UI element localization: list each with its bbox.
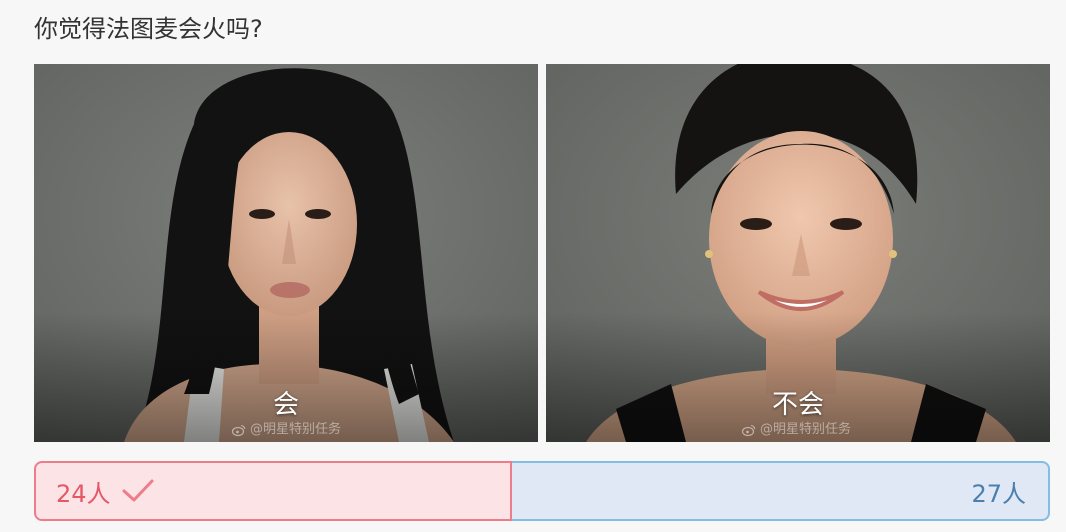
- weibo-icon: [232, 424, 246, 437]
- vote-count-yes: 24人: [56, 479, 111, 508]
- result-segment-yes[interactable]: 24人: [34, 461, 512, 521]
- watermark-text: @明星特别任务: [760, 422, 852, 437]
- option-label-yes: 会: [272, 390, 299, 420]
- watermark: @明星特别任务: [742, 422, 851, 438]
- watermark: @明星特别任务: [232, 422, 341, 438]
- result-segment-no[interactable]: 27人: [512, 461, 1050, 521]
- option-label-no: 不会: [771, 390, 824, 420]
- option-card-yes[interactable]: 会 @明星特别任务: [34, 64, 538, 442]
- poll-question: 你觉得法图麦会火吗?: [34, 15, 263, 43]
- vote-count-no: 27人: [971, 479, 1026, 508]
- option-card-no[interactable]: 不会 @明星特别任务: [546, 64, 1050, 442]
- weibo-icon: [742, 424, 756, 437]
- checkmark-icon: [122, 479, 154, 502]
- watermark-text: @明星特别任务: [250, 422, 342, 437]
- poll-result-bar: 24人 27人: [34, 461, 1050, 521]
